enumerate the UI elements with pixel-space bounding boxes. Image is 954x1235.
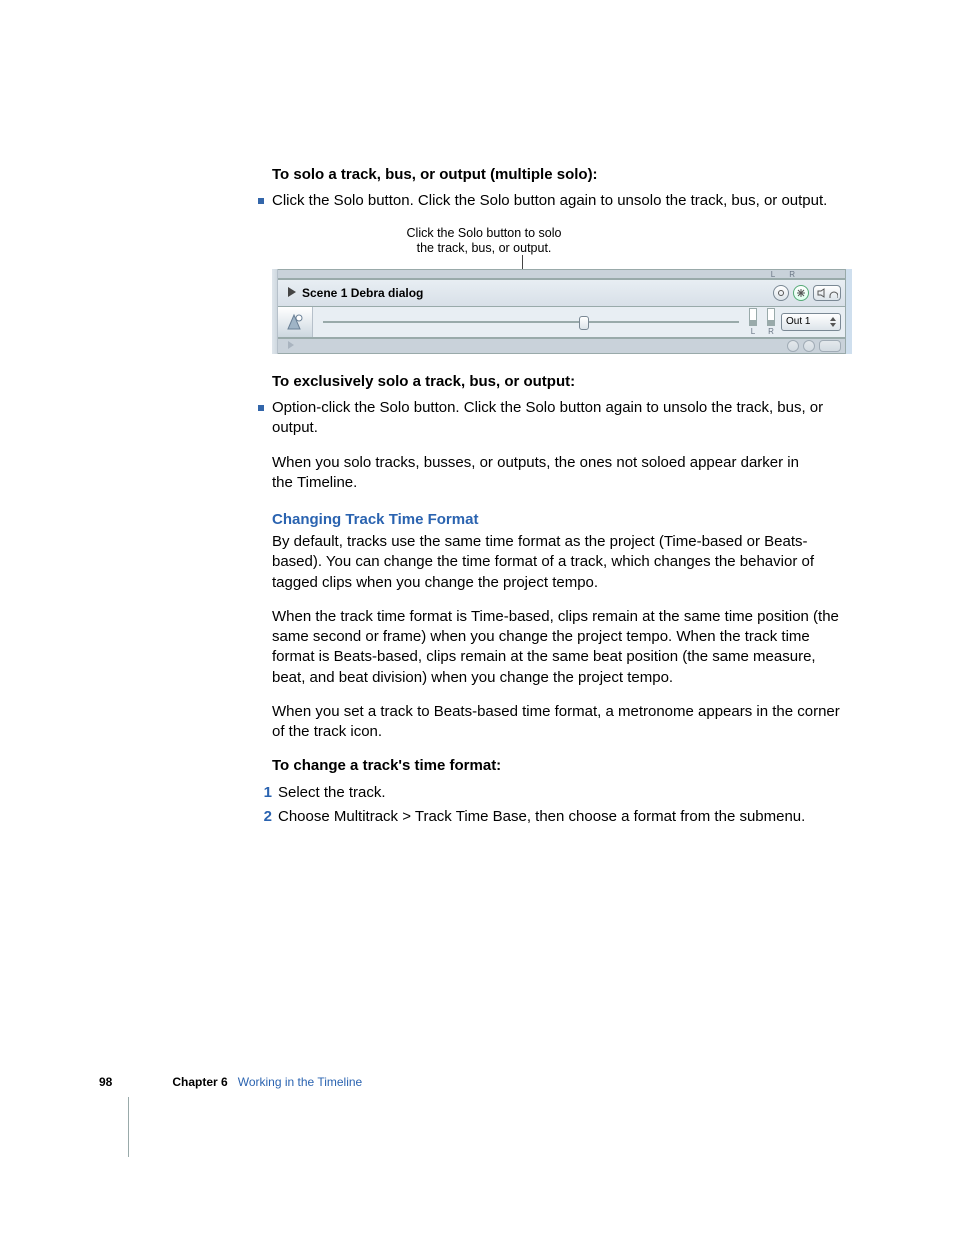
disclosure-triangle-icon[interactable] [288, 286, 296, 300]
figure-header-dim: L R [278, 269, 845, 279]
dim-button-3 [819, 340, 841, 352]
step-text-2: Choose Multitrack > Track Time Base, the… [278, 807, 805, 827]
track-name-label: Scene 1 Debra dialog [302, 286, 769, 300]
pan-slider[interactable] [323, 321, 739, 323]
output-label: Out 1 [786, 316, 810, 327]
subhead-changing-format: Changing Track Time Format [272, 511, 852, 528]
bullet-solo-multiple: Click the Solo button. Click the Solo bu… [272, 191, 852, 211]
bullet-icon [258, 405, 264, 411]
para-changing-2: When the track time format is Time-based… [272, 607, 852, 688]
meter-label-r: R [767, 327, 775, 336]
output-selector[interactable]: Out 1 [781, 313, 841, 331]
heading-solo-multiple: To solo a track, bus, or output (multipl… [272, 165, 852, 185]
callout-line2: the track, bus, or output. [417, 241, 552, 255]
callout-line1: Click the Solo button to solo [407, 226, 562, 240]
step-2: 2 Choose Multitrack > Track Time Base, t… [272, 807, 852, 827]
step-1: 1 Select the track. [272, 783, 852, 803]
figure-right-edge [845, 269, 852, 354]
heading-solo-exclusive: To exclusively solo a track, bus, or out… [272, 372, 852, 392]
meter-label-l-top: L [771, 270, 775, 279]
dim-button-2 [803, 340, 815, 352]
bullet-solo-exclusive: Option-click the Solo button. Click the … [272, 398, 852, 439]
dim-button-1 [787, 340, 799, 352]
page-footer: 98 Chapter 6 Working in the Timeline [99, 1075, 362, 1089]
step-text-1: Select the track. [278, 783, 386, 803]
bullet-icon [258, 198, 264, 204]
callout-leader-line [522, 255, 523, 269]
chapter-label: Chapter 6 [172, 1075, 227, 1089]
meter-label-l: L [749, 327, 757, 336]
updown-arrows-icon [830, 317, 836, 327]
meter-right [767, 308, 775, 326]
figure-footer-dim [278, 338, 845, 354]
solo-button[interactable] [793, 285, 809, 301]
chapter-title: Working in the Timeline [238, 1075, 363, 1089]
meter-label-r-top: R [789, 270, 795, 279]
level-meters: L R [749, 308, 775, 336]
record-enable-button[interactable] [773, 285, 789, 301]
bullet-text: Option-click the Solo button. Click the … [272, 398, 852, 439]
track-icon [278, 307, 313, 337]
para-changing-1: By default, tracks use the same time for… [272, 532, 852, 593]
meter-left [749, 308, 757, 326]
page-number: 98 [99, 1075, 112, 1089]
footer-rule [128, 1097, 129, 1157]
figure-solo-button: Click the Solo button to solo the track,… [272, 226, 852, 354]
step-number-1: 1 [254, 783, 272, 803]
figure-callout: Click the Solo button to solo the track,… [384, 226, 584, 257]
para-changing-3: When you set a track to Beats-based time… [272, 702, 852, 743]
heading-change-format: To change a track's time format: [272, 756, 852, 776]
bullet-text: Click the Solo button. Click the Solo bu… [272, 191, 827, 211]
mute-headphone-button[interactable] [813, 285, 841, 301]
track-controls-row: L R Out 1 [278, 307, 845, 338]
step-number-2: 2 [254, 807, 272, 827]
track-header-row: Scene 1 Debra dialog [278, 279, 845, 307]
para-solo-darker: When you solo tracks, busses, or outputs… [272, 453, 852, 494]
